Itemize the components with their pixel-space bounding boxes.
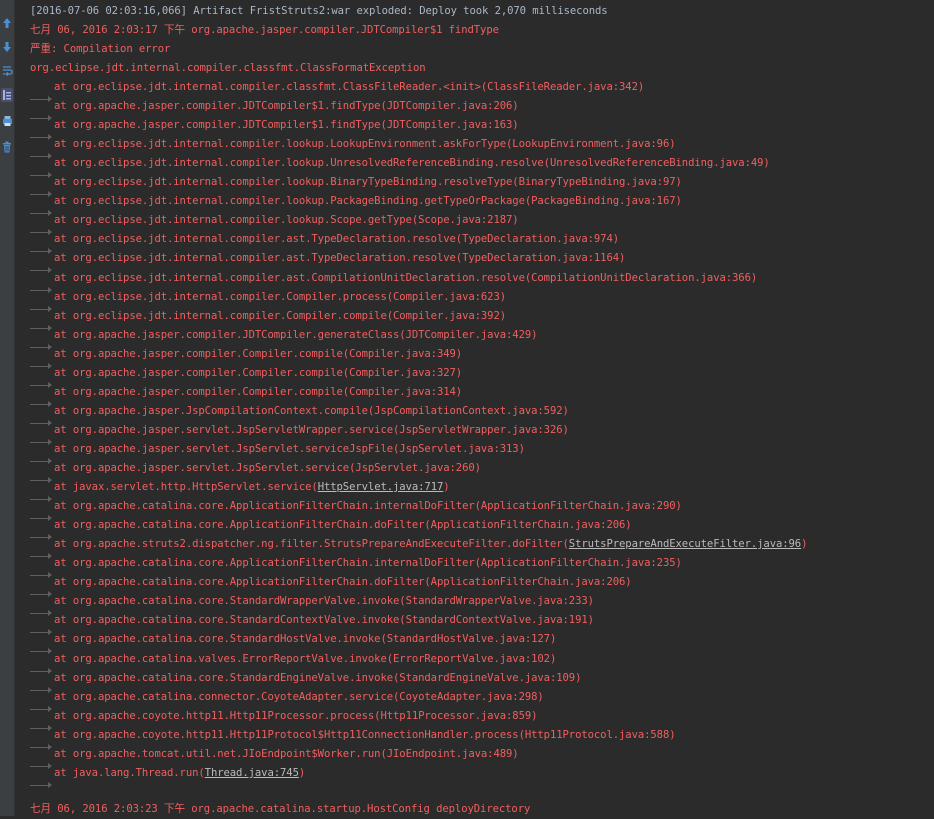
stack-frame-line: at org.apache.jasper.compiler.Compiler.c…: [30, 345, 463, 369]
stack-frame-text: at org.eclipse.jdt.internal.compiler.loo…: [54, 138, 676, 150]
stack-frame-text: at org.apache.jasper.servlet.JspServlet.…: [54, 462, 481, 474]
stack-frame-text: at org.apache.struts2.dispatcher.ng.filt…: [54, 538, 569, 550]
stack-frame-text: at org.apache.catalina.connector.CoyoteA…: [54, 691, 544, 703]
print-icon[interactable]: [1, 114, 13, 128]
stack-frame-line: at org.apache.jasper.compiler.JDTCompile…: [30, 116, 519, 140]
scroll-to-end-icon[interactable]: [1, 88, 13, 102]
stack-frame-text: at org.apache.catalina.core.ApplicationF…: [54, 519, 632, 531]
stack-frame-text: at org.apache.catalina.core.StandardWrap…: [54, 595, 594, 607]
stack-frame-line: at org.apache.jasper.servlet.JspServlet.…: [30, 440, 525, 464]
stack-frame-line: at org.apache.jasper.compiler.JDTCompile…: [30, 97, 519, 121]
stack-frame-line: at javax.servlet.http.HttpServlet.servic…: [30, 478, 450, 502]
stack-frame-line: at org.eclipse.jdt.internal.compiler.loo…: [30, 173, 682, 197]
stack-frame-line: at org.eclipse.jdt.internal.compiler.loo…: [30, 135, 676, 159]
stack-frame-text: at org.apache.catalina.valves.ErrorRepor…: [54, 653, 557, 665]
stack-frame-line: at java.lang.Thread.run(Thread.java:745): [30, 764, 306, 788]
stack-frame-tail: ): [298, 767, 306, 779]
console-line-deploy: [2016-07-06 02:03:16,066] Artifact Frist…: [30, 5, 608, 17]
stack-frame-line: at org.apache.struts2.dispatcher.ng.filt…: [30, 535, 808, 559]
stack-frame-text: at org.eclipse.jdt.internal.compiler.loo…: [54, 214, 519, 226]
stack-frame-line: at org.apache.jasper.JspCompilationConte…: [30, 402, 569, 426]
stack-frame-line: at org.apache.catalina.core.ApplicationF…: [30, 516, 632, 540]
stack-frame-line: at org.apache.catalina.connector.CoyoteA…: [30, 688, 544, 712]
stack-frame-text: at org.apache.jasper.compiler.Compiler.c…: [54, 386, 463, 398]
stack-frame-text: at javax.servlet.http.HttpServlet.servic…: [54, 481, 318, 493]
stack-frame-line: at org.apache.catalina.core.StandardEngi…: [30, 669, 582, 693]
stack-frame-line: at org.eclipse.jdt.internal.compiler.ast…: [30, 230, 620, 254]
stack-frame-line: at org.eclipse.jdt.internal.compiler.loo…: [30, 192, 682, 216]
stack-frame-line: at org.apache.jasper.servlet.JspServletW…: [30, 421, 569, 445]
stack-frame-tail: ): [443, 481, 450, 493]
stack-frame-line: at org.apache.coyote.http11.Http11Proces…: [30, 707, 538, 731]
stack-frame-text: at org.apache.jasper.compiler.JDTCompile…: [54, 119, 519, 131]
stack-frame-line: at org.apache.tomcat.util.net.JIoEndpoin…: [30, 745, 519, 769]
stack-frame-line: at org.eclipse.jdt.internal.compiler.loo…: [30, 154, 770, 178]
stack-frame-text: at org.eclipse.jdt.internal.compiler.ast…: [54, 252, 626, 264]
stack-frame-text: at org.apache.catalina.core.StandardCont…: [54, 614, 594, 626]
stack-frame-text: at org.apache.catalina.core.ApplicationF…: [54, 500, 682, 512]
stack-frame-text: at org.apache.jasper.servlet.JspServletW…: [54, 424, 569, 436]
stack-frame-text: at org.eclipse.jdt.internal.compiler.Com…: [54, 291, 507, 303]
stack-frame-line: at org.eclipse.jdt.internal.compiler.ast…: [30, 269, 758, 293]
stack-frame-line: at org.apache.catalina.core.ApplicationF…: [30, 497, 682, 521]
stack-frame-line: at org.apache.coyote.http11.Http11Protoc…: [30, 726, 676, 750]
trash-icon[interactable]: [1, 140, 13, 154]
stack-frame-line: at org.apache.catalina.core.StandardWrap…: [30, 592, 594, 616]
stack-frame-line: at org.eclipse.jdt.internal.compiler.Com…: [30, 288, 507, 312]
stack-frame-text: at org.apache.jasper.compiler.Compiler.c…: [54, 348, 463, 360]
stack-frame-line: at org.apache.catalina.core.StandardHost…: [30, 630, 557, 654]
stack-frame-text: at org.apache.jasper.JspCompilationConte…: [54, 405, 569, 417]
stack-frame-text: at org.apache.catalina.core.StandardEngi…: [54, 672, 582, 684]
stack-frame-text: at org.eclipse.jdt.internal.compiler.loo…: [54, 176, 682, 188]
soft-wrap-icon[interactable]: [1, 64, 13, 78]
stack-frame-text: at org.eclipse.jdt.internal.compiler.cla…: [54, 81, 645, 93]
stack-frame-tail: ): [801, 538, 808, 550]
stack-frame-text: at org.eclipse.jdt.internal.compiler.loo…: [54, 195, 682, 207]
source-link[interactable]: Thread.java:745: [205, 767, 299, 779]
console-line-severity: 严重: Compilation error: [30, 43, 171, 55]
stack-frame-text: at org.apache.jasper.compiler.JDTCompile…: [54, 329, 538, 341]
stack-frame-line: at org.eclipse.jdt.internal.compiler.ast…: [30, 249, 626, 273]
stack-frame-line: at org.apache.catalina.core.ApplicationF…: [30, 554, 682, 578]
stack-frame-line: at org.apache.jasper.compiler.Compiler.c…: [30, 383, 463, 407]
stack-frame-text: at org.apache.coyote.http11.Http11Proces…: [54, 710, 538, 722]
stack-frame-text: at org.eclipse.jdt.internal.compiler.Com…: [54, 310, 507, 322]
stack-frame-text: at org.apache.catalina.core.ApplicationF…: [54, 576, 632, 588]
console-toolbar: [0, 0, 15, 816]
stack-frame-text: at org.apache.jasper.compiler.JDTCompile…: [54, 100, 519, 112]
source-link[interactable]: HttpServlet.java:717: [318, 481, 444, 493]
up-arrow-icon[interactable]: [1, 16, 13, 30]
stack-frame-text: at org.apache.tomcat.util.net.JIoEndpoin…: [54, 748, 519, 760]
stack-frame-line: at org.apache.catalina.core.ApplicationF…: [30, 573, 632, 597]
console-line-log-header-2: 七月 06, 2016 2:03:23 下午 org.apache.catali…: [30, 803, 531, 815]
stack-frame-line: at org.eclipse.jdt.internal.compiler.loo…: [30, 211, 519, 235]
stack-frame-line: at org.apache.jasper.compiler.Compiler.c…: [30, 364, 463, 388]
stack-frame-line: at org.apache.jasper.servlet.JspServlet.…: [30, 459, 481, 483]
console-output[interactable]: [2016-07-06 02:03:16,066] Artifact Frist…: [30, 0, 934, 816]
stack-frame-text: at org.eclipse.jdt.internal.compiler.loo…: [54, 157, 770, 169]
stack-frame-text: at org.apache.catalina.core.ApplicationF…: [54, 557, 682, 569]
stack-frame-line: at org.eclipse.jdt.internal.compiler.cla…: [30, 78, 645, 102]
stack-frame-text: at java.lang.Thread.run(: [54, 767, 205, 779]
down-arrow-icon[interactable]: [1, 40, 13, 54]
console-line-exception: org.eclipse.jdt.internal.compiler.classf…: [30, 62, 426, 74]
stack-frame-line: at org.apache.catalina.core.StandardCont…: [30, 611, 594, 635]
stack-frame-text: at org.eclipse.jdt.internal.compiler.ast…: [54, 233, 620, 245]
stack-frame-text: at org.apache.coyote.http11.Http11Protoc…: [54, 729, 676, 741]
stack-frame-line: at org.apache.catalina.valves.ErrorRepor…: [30, 650, 557, 674]
console-line-log-header: 七月 06, 2016 2:03:17 下午 org.apache.jasper…: [30, 24, 499, 36]
stack-frame-text: at org.apache.jasper.compiler.Compiler.c…: [54, 367, 463, 379]
stack-frame-text: at org.eclipse.jdt.internal.compiler.ast…: [54, 272, 758, 284]
stack-frame-text: at org.apache.jasper.servlet.JspServlet.…: [54, 443, 525, 455]
stack-frame-line: at org.eclipse.jdt.internal.compiler.Com…: [30, 307, 507, 331]
stack-frame-line: at org.apache.jasper.compiler.JDTCompile…: [30, 326, 538, 350]
source-link[interactable]: StrutsPrepareAndExecuteFilter.java:96: [569, 538, 801, 550]
stack-frame-text: at org.apache.catalina.core.StandardHost…: [54, 633, 557, 645]
